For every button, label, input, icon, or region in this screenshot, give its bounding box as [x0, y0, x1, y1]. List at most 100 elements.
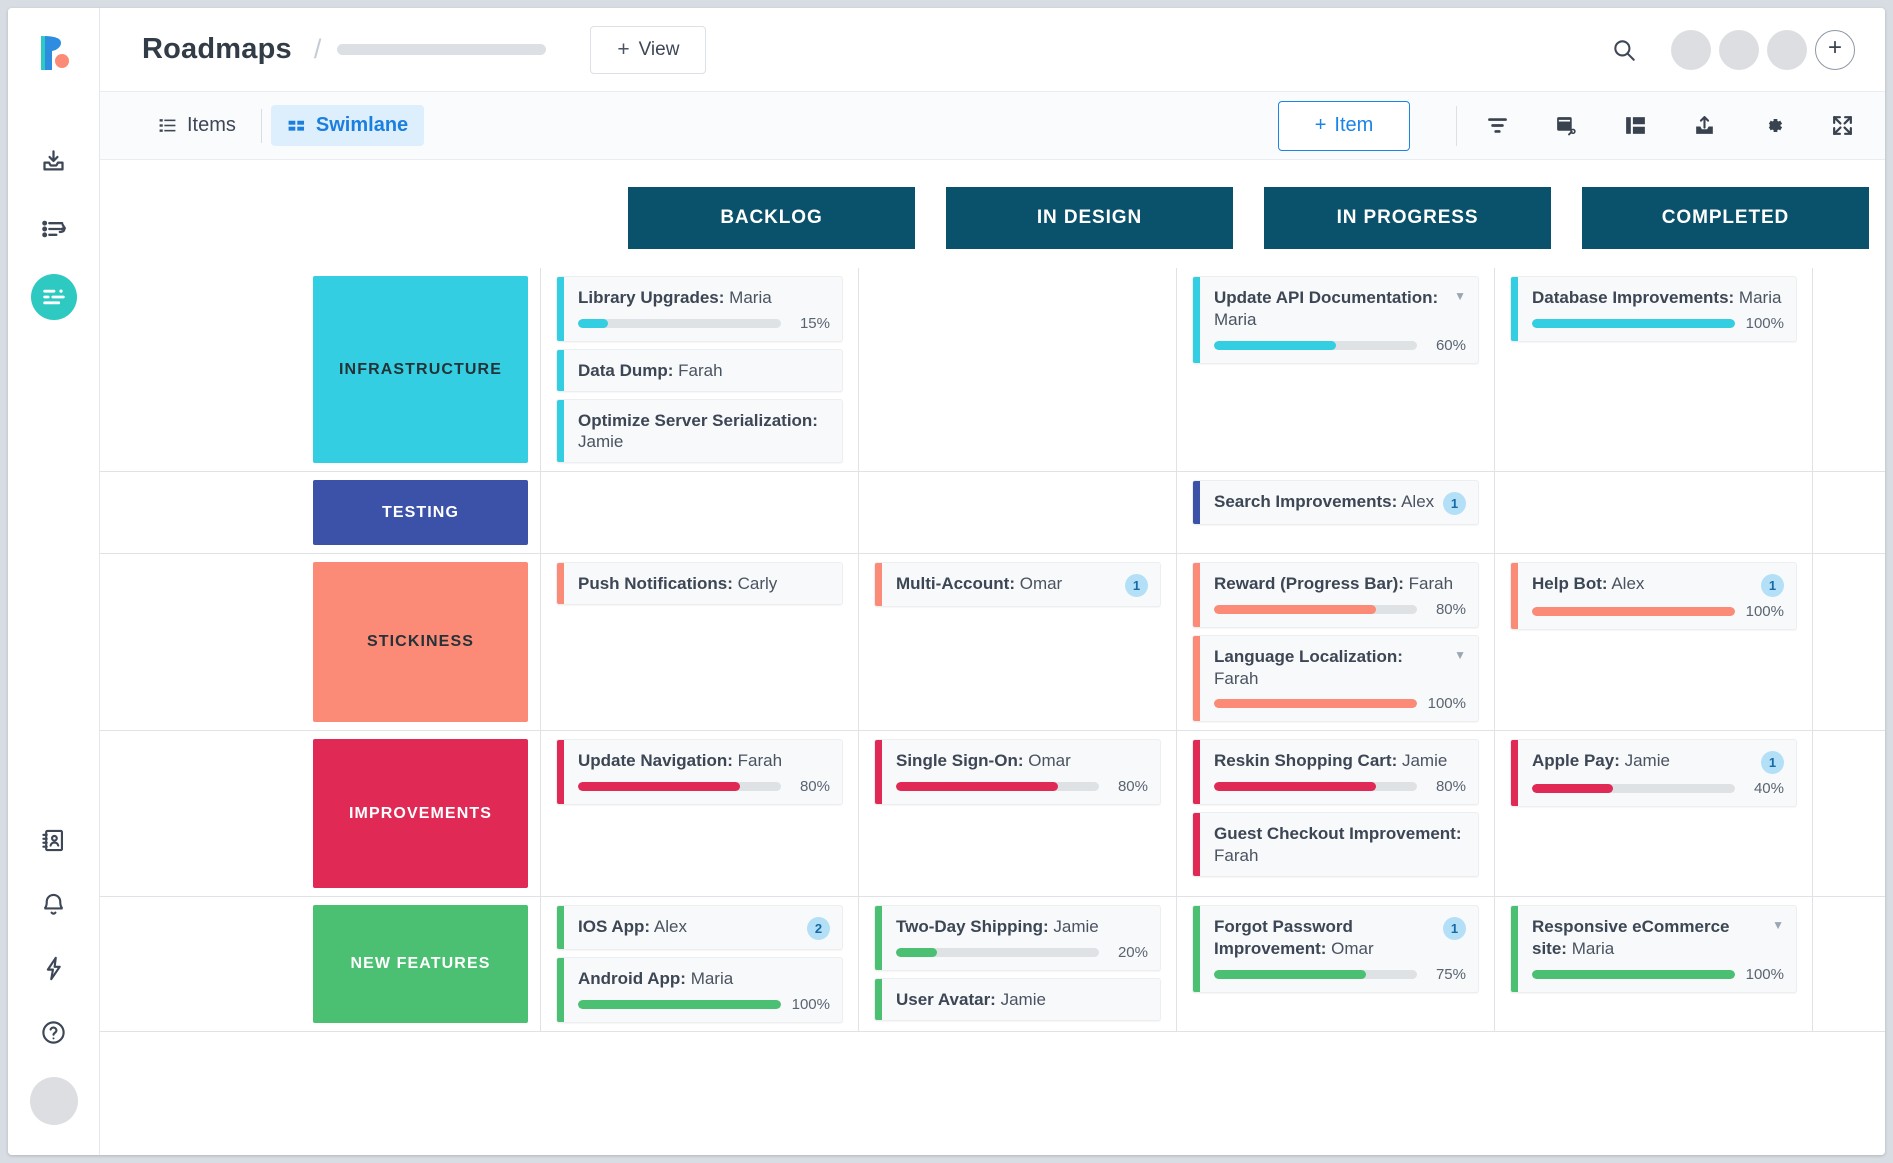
sidebar-user-avatar[interactable] — [30, 1077, 78, 1125]
card-color-bar — [557, 906, 564, 949]
card-top-row: Help Bot: Alex1 — [1532, 573, 1784, 597]
avatar[interactable] — [1767, 30, 1807, 70]
column-header[interactable]: COMPLETED — [1582, 187, 1869, 249]
roadmap-card[interactable]: Search Improvements: Alex1 — [1192, 480, 1479, 525]
card-owner: Omar — [1331, 939, 1374, 958]
roadmap-card[interactable]: Data Dump: Farah — [556, 349, 843, 392]
tab-items[interactable]: Items — [142, 105, 252, 146]
add-item-button[interactable]: + Item — [1278, 101, 1410, 151]
card-owner: Maria — [1214, 310, 1257, 329]
swimlane-label[interactable]: TESTING — [313, 480, 528, 545]
progress-fill — [1532, 784, 1613, 793]
sidebar-item-notifications[interactable] — [31, 881, 77, 927]
progress-percent: 20% — [1110, 944, 1148, 961]
sidebar-item-contacts[interactable] — [31, 817, 77, 863]
search-icon[interactable] — [1611, 37, 1637, 63]
toolbar-icons — [1485, 113, 1855, 138]
roadmap-card[interactable]: Forgot Password Improvement: Omar175% — [1192, 905, 1479, 993]
gear-icon[interactable] — [1761, 113, 1786, 138]
sidebar-item-inbox[interactable] — [31, 138, 77, 184]
card-body: Android App: Maria100% — [564, 958, 842, 1022]
export-upload-icon[interactable] — [1692, 113, 1717, 138]
chevron-down-icon[interactable]: ▼ — [1454, 649, 1466, 661]
card-body: User Avatar: Jamie — [882, 979, 1160, 1020]
swimlane-label[interactable]: NEW FEATURES — [313, 905, 528, 1023]
layout-columns-icon[interactable] — [1623, 113, 1648, 138]
roadmap-card[interactable]: Multi-Account: Omar1 — [874, 562, 1161, 607]
roadmap-card[interactable]: Database Improvements: Maria100% — [1510, 276, 1797, 342]
roadmap-card[interactable]: Single Sign-On: Omar80% — [874, 739, 1161, 805]
tab-swimlane-label: Swimlane — [316, 114, 408, 137]
roadmap-card[interactable]: Reskin Shopping Cart: Jamie80% — [1192, 739, 1479, 805]
tab-swimlane[interactable]: Swimlane — [271, 105, 424, 146]
roadmap-card[interactable]: Update API Documentation: Maria▼60% — [1192, 276, 1479, 364]
card-title-text: Database Improvements: — [1532, 288, 1734, 307]
card-title-text: Help Bot: — [1532, 574, 1608, 593]
top-bar: Roadmaps / + View + — [100, 8, 1885, 92]
card-progress: 80% — [578, 778, 830, 795]
roadmap-card[interactable]: Android App: Maria100% — [556, 957, 843, 1023]
card-top-row: Optimize Server Serialization: Jamie — [578, 410, 830, 454]
fullscreen-icon[interactable] — [1830, 113, 1855, 138]
swimlane-cell: Database Improvements: Maria100% — [1510, 268, 1797, 471]
add-item-label: Item — [1334, 114, 1373, 137]
card-owner: Alex — [654, 917, 687, 936]
roadmap-card[interactable]: IOS App: Alex2 — [556, 905, 843, 950]
roadmap-card[interactable]: Reward (Progress Bar): Farah80% — [1192, 562, 1479, 628]
card-progress: 60% — [1214, 337, 1466, 354]
card-top-row: Responsive eCommerce site: Maria▼ — [1532, 916, 1784, 960]
filter-icon[interactable] — [1485, 113, 1510, 138]
swimlane-row: IMPROVEMENTS Update Navigation: Farah80% S… — [100, 731, 1885, 897]
card-link-icon[interactable] — [1554, 113, 1579, 138]
chevron-down-icon[interactable]: ▼ — [1772, 919, 1784, 931]
card-comment-badge[interactable]: 1 — [1443, 917, 1466, 940]
column-header[interactable]: IN DESIGN — [946, 187, 1233, 249]
card-color-bar — [557, 563, 564, 604]
sidebar-item-roadmaps[interactable] — [31, 274, 77, 320]
roadmap-card[interactable]: Apple Pay: Jamie140% — [1510, 739, 1797, 807]
card-title: Database Improvements: Maria — [1532, 287, 1784, 309]
roadmap-card[interactable]: Push Notifications: Carly — [556, 562, 843, 605]
roadmap-card[interactable]: Library Upgrades: Maria15% — [556, 276, 843, 342]
roadmap-card[interactable]: Help Bot: Alex1100% — [1510, 562, 1797, 630]
column-header[interactable]: BACKLOG — [628, 187, 915, 249]
chevron-down-icon[interactable]: ▼ — [1454, 290, 1466, 302]
swimlane-cell: Search Improvements: Alex1 — [1192, 472, 1479, 553]
swimlane-label[interactable]: STICKINESS — [313, 562, 528, 722]
card-comment-badge[interactable]: 1 — [1125, 574, 1148, 597]
card-owner: Omar — [1028, 751, 1071, 770]
card-title: Push Notifications: Carly — [578, 573, 830, 595]
card-color-bar — [1193, 563, 1200, 627]
roadmap-card[interactable]: Responsive eCommerce site: Maria▼100% — [1510, 905, 1797, 993]
sidebar-item-help[interactable] — [31, 1009, 77, 1055]
card-color-bar — [557, 400, 564, 463]
card-comment-badge[interactable]: 2 — [807, 917, 830, 940]
avatar[interactable] — [1671, 30, 1711, 70]
roadmap-card[interactable]: Update Navigation: Farah80% — [556, 739, 843, 805]
card-owner: Farah — [1214, 669, 1258, 688]
card-comment-badge[interactable]: 1 — [1443, 492, 1466, 515]
swimlane-label[interactable]: INFRASTRUCTURE — [313, 276, 528, 463]
roadmap-card[interactable]: Two-Day Shipping: Jamie20% — [874, 905, 1161, 971]
roadmap-card[interactable]: Language Localization: Farah▼100% — [1192, 635, 1479, 723]
card-owner: Maria — [1739, 288, 1782, 307]
card-body: Database Improvements: Maria100% — [1518, 277, 1796, 341]
card-title-text: Data Dump: — [578, 361, 673, 380]
roadmunk-logo[interactable] — [31, 30, 77, 76]
add-view-button[interactable]: + View — [590, 26, 706, 74]
roadmap-card[interactable]: Optimize Server Serialization: Jamie — [556, 399, 843, 464]
sidebar-item-integrations[interactable] — [31, 945, 77, 991]
card-top-row: Update API Documentation: Maria▼ — [1214, 287, 1466, 331]
left-sidebar — [8, 8, 100, 1155]
swimlane-label[interactable]: IMPROVEMENTS — [313, 739, 528, 888]
column-header[interactable]: IN PROGRESS — [1264, 187, 1551, 249]
card-comment-badge[interactable]: 1 — [1761, 574, 1784, 597]
sidebar-item-feedback[interactable] — [31, 206, 77, 252]
card-color-bar — [557, 277, 564, 341]
add-collaborator-button[interactable]: + — [1815, 30, 1855, 70]
card-comment-badge[interactable]: 1 — [1761, 751, 1784, 774]
roadmap-card[interactable]: Guest Checkout Improvement: Farah — [1192, 812, 1479, 877]
avatar[interactable] — [1719, 30, 1759, 70]
progress-percent: 75% — [1428, 966, 1466, 983]
roadmap-card[interactable]: User Avatar: Jamie — [874, 978, 1161, 1021]
